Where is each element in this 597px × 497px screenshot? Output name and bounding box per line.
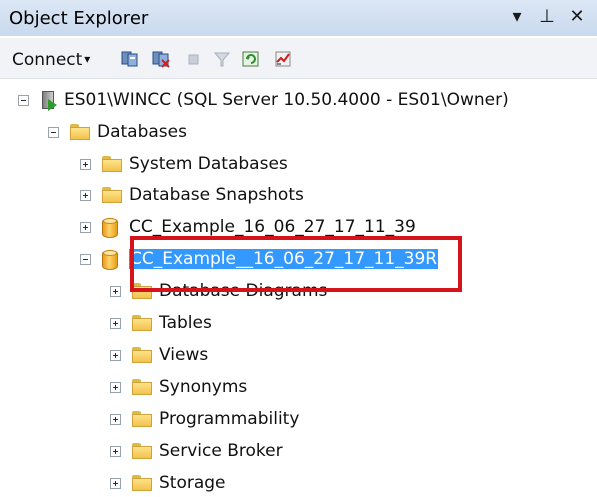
database-icon: [102, 216, 118, 238]
expand-toggle[interactable]: [110, 317, 121, 329]
collapse-toggle[interactable]: [48, 126, 59, 138]
tree-item-database[interactable]: CC_Example_16_06_27_17_11_39: [80, 213, 416, 241]
folder-icon: [132, 379, 152, 395]
folder-icon: [132, 315, 152, 331]
databases-label: Databases: [97, 122, 187, 142]
database-label-selected: CC_Example__16_06_27_17_11_39R: [129, 249, 439, 269]
expand-toggle[interactable]: [110, 381, 121, 393]
database-snapshots-label: Database Snapshots: [129, 185, 304, 205]
object-explorer-tree: ES01\WINCC (SQL Server 10.50.4000 - ES01…: [0, 80, 597, 493]
service-broker-label: Service Broker: [159, 441, 283, 461]
folder-icon: [70, 124, 90, 140]
folder-icon: [102, 187, 122, 203]
pin-button[interactable]: ⊥: [536, 6, 558, 28]
tree-item-database-diagrams[interactable]: Database Diagrams: [110, 277, 327, 305]
expand-toggle[interactable]: [80, 221, 91, 233]
database-diagrams-label: Database Diagrams: [159, 281, 328, 301]
filter-icon[interactable]: [213, 50, 231, 68]
connect-button[interactable]: Connect ▾: [12, 50, 90, 70]
synonyms-label: Synonyms: [159, 377, 248, 397]
server-label: ES01\WINCC (SQL Server 10.50.4000 - ES01…: [64, 90, 509, 110]
expand-toggle[interactable]: [110, 413, 121, 425]
refresh-icon[interactable]: [242, 50, 260, 68]
expand-toggle[interactable]: [110, 285, 121, 297]
expand-toggle[interactable]: [110, 445, 121, 457]
close-button[interactable]: ✕: [566, 6, 588, 28]
folder-icon: [132, 411, 152, 427]
tree-item-service-broker[interactable]: Service Broker: [110, 437, 283, 465]
tree-item-server[interactable]: ES01\WINCC (SQL Server 10.50.4000 - ES01…: [18, 86, 509, 114]
tree-item-databases[interactable]: Databases: [48, 118, 187, 146]
activity-monitor-icon[interactable]: [274, 50, 292, 68]
tree-item-database-snapshots[interactable]: Database Snapshots: [80, 181, 304, 209]
folder-icon: [102, 156, 122, 172]
folder-icon: [132, 443, 152, 459]
collapse-toggle[interactable]: [18, 94, 29, 106]
object-explorer-titlebar: Object Explorer ▾ ⊥ ✕: [0, 0, 597, 36]
tree-item-programmability[interactable]: Programmability: [110, 405, 299, 433]
stop-icon[interactable]: [185, 50, 203, 68]
expand-toggle[interactable]: [80, 189, 91, 201]
server-icon: [40, 89, 58, 111]
tree-item-views[interactable]: Views: [110, 341, 208, 369]
tree-item-system-databases[interactable]: System Databases: [80, 150, 288, 178]
tree-item-tables[interactable]: Tables: [110, 309, 212, 337]
tables-label: Tables: [159, 313, 212, 333]
dropdown-button[interactable]: ▾: [506, 6, 528, 28]
collapse-toggle[interactable]: [80, 253, 91, 265]
storage-label: Storage: [159, 473, 226, 493]
connect-dropdown-arrow: ▾: [84, 52, 91, 66]
folder-icon: [132, 347, 152, 363]
folder-icon: [132, 283, 152, 299]
expand-toggle[interactable]: [80, 158, 91, 170]
folder-icon: [132, 475, 152, 491]
tree-item-storage[interactable]: Storage: [110, 469, 226, 497]
views-label: Views: [159, 345, 209, 365]
connect-icon[interactable]: [121, 50, 139, 68]
connect-label: Connect: [12, 50, 83, 70]
database-icon: [102, 248, 118, 270]
expand-toggle[interactable]: [110, 349, 121, 361]
disconnect-icon[interactable]: [152, 50, 170, 68]
database-label: CC_Example_16_06_27_17_11_39: [129, 217, 416, 237]
object-explorer-toolbar: Connect ▾: [0, 38, 597, 79]
window-title: Object Explorer: [9, 8, 149, 29]
expand-toggle[interactable]: [110, 477, 121, 489]
system-databases-label: System Databases: [129, 154, 288, 174]
programmability-label: Programmability: [159, 409, 300, 429]
tree-item-database-selected[interactable]: CC_Example__16_06_27_17_11_39R: [80, 245, 439, 273]
tree-item-synonyms[interactable]: Synonyms: [110, 373, 247, 401]
